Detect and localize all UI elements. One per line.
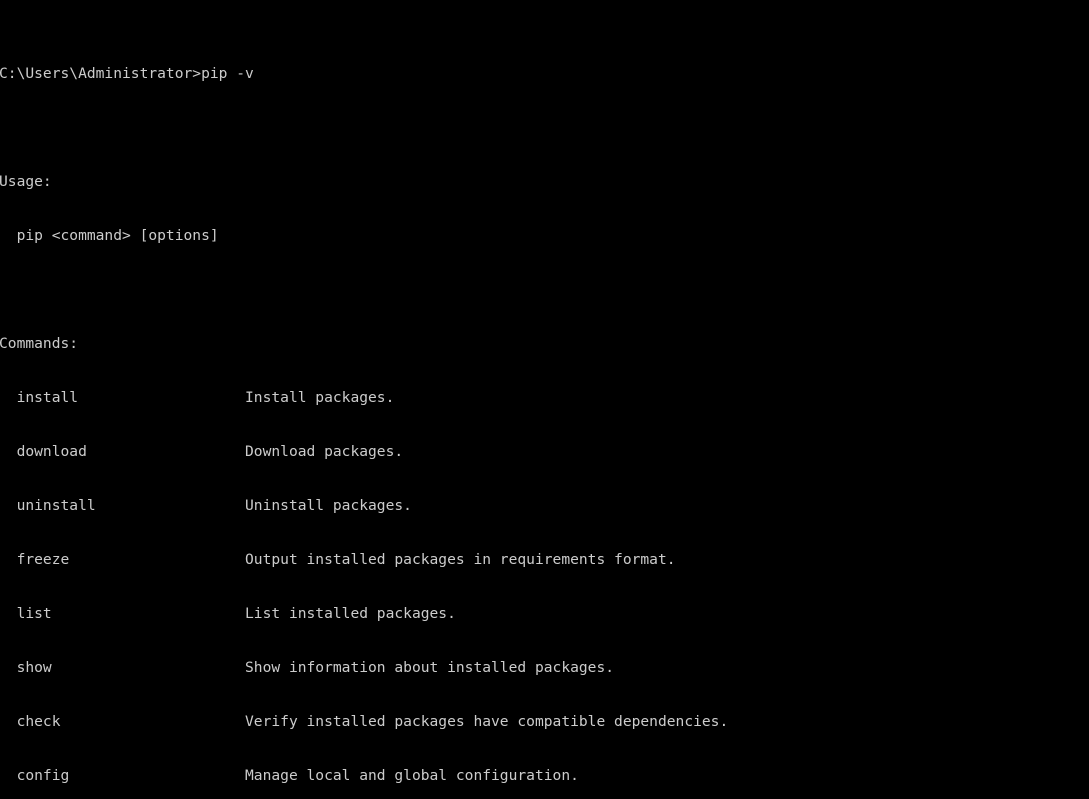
terminal-line-commands-heading: Commands: <box>0 335 79 352</box>
terminal-line-command-uninstall: uninstall Uninstall packages. <box>0 497 412 514</box>
terminal-line-command-freeze: freeze Output installed packages in requ… <box>0 551 676 568</box>
terminal-line-command-show: show Show information about installed pa… <box>0 659 615 676</box>
terminal-line-command-list: list List installed packages. <box>0 605 456 622</box>
terminal-line-usage-heading: Usage: <box>0 173 52 190</box>
terminal-output: C:\Users\Administrator>pip -v Usage: pip… <box>0 11 1089 799</box>
terminal-line-prompt-command: C:\Users\Administrator>pip -v <box>0 65 254 82</box>
terminal-window[interactable]: C:\Users\Administrator>pip -v Usage: pip… <box>0 0 1089 799</box>
terminal-line-usage-syntax: pip <command> [options] <box>0 227 219 244</box>
terminal-line-command-install: install Install packages. <box>0 389 395 406</box>
terminal-line-command-config: config Manage local and global configura… <box>0 767 579 784</box>
terminal-line-command-check: check Verify installed packages have com… <box>0 713 729 730</box>
terminal-line-command-download: download Download packages. <box>0 443 404 460</box>
